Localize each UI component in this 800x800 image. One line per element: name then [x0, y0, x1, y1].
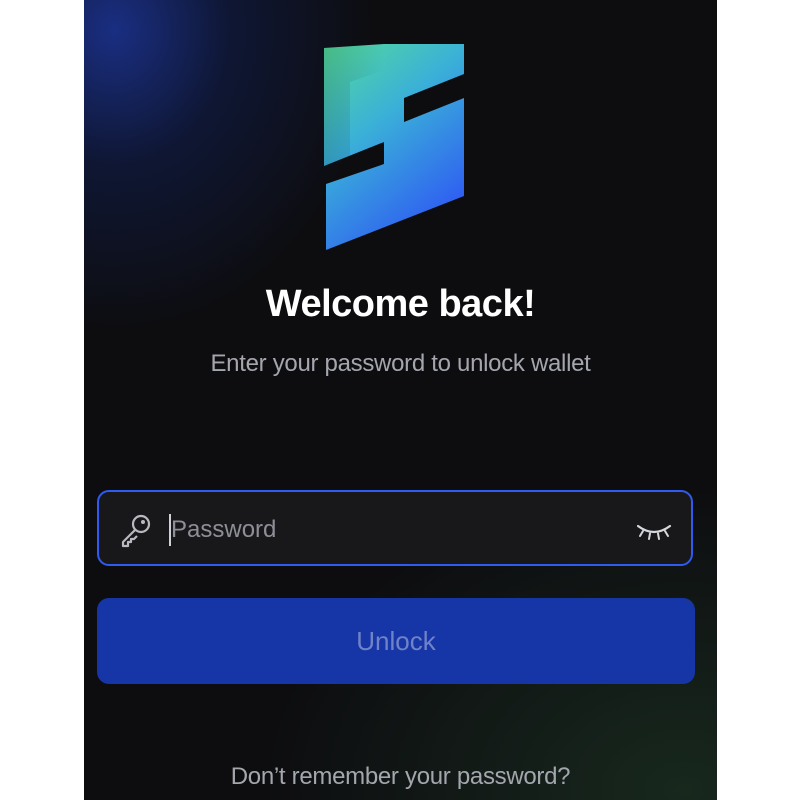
logo-s-icon: [324, 44, 464, 250]
unlock-button[interactable]: Unlock: [97, 598, 695, 684]
welcome-title: Welcome back!: [265, 283, 536, 325]
welcome-subtitle: Enter your password to unlock wallet: [210, 350, 591, 377]
app-window: Welcome back! Enter your password to unl…: [0, 0, 800, 800]
key-icon: [121, 514, 151, 548]
forgot-password-link[interactable]: Don’t remember your password?: [84, 760, 717, 794]
password-field[interactable]: [97, 490, 693, 566]
eye-closed-icon[interactable]: [635, 518, 673, 542]
password-input[interactable]: [171, 510, 611, 550]
unlock-screen: Welcome back! Enter your password to unl…: [84, 0, 717, 800]
